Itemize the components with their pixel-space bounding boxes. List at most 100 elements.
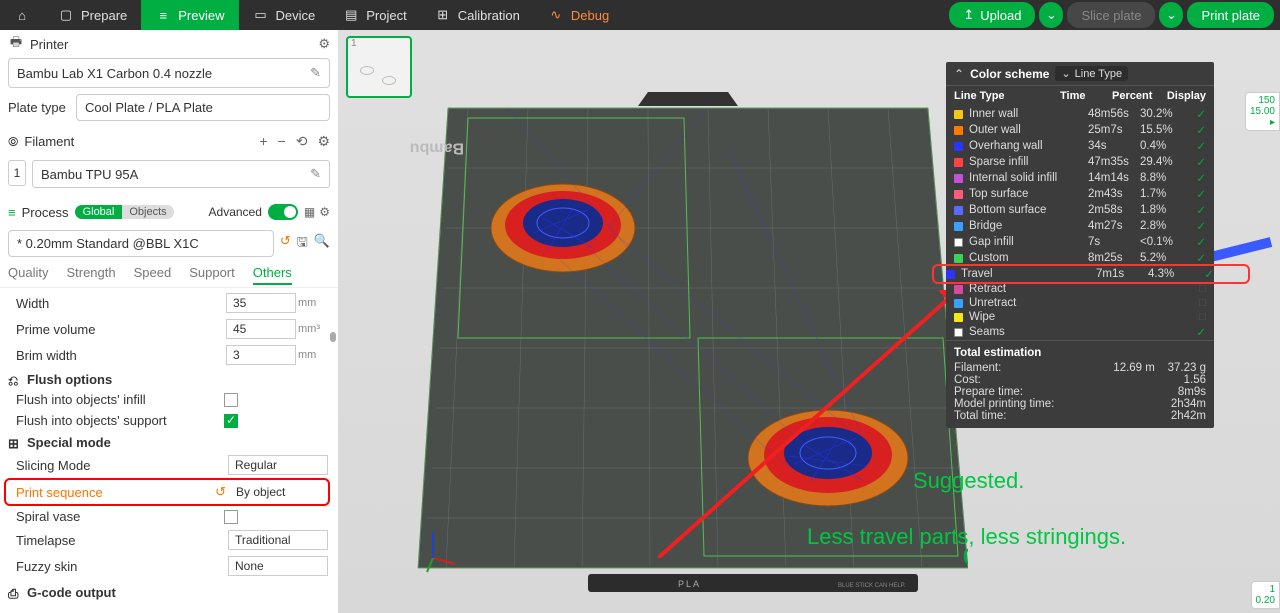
device-tab[interactable]: ▭Device — [239, 0, 330, 30]
preview-canvas[interactable]: Bambu Cool Plate — [338, 30, 1280, 613]
line-type-row[interactable]: Top surface2m43s1.7%✓ — [946, 186, 1214, 202]
prime-volume-input[interactable]: 45 — [226, 319, 296, 339]
search-preset-button[interactable]: 🔍 — [314, 233, 330, 255]
calibration-tab[interactable]: ⊞Calibration — [421, 0, 534, 30]
advanced-toggle[interactable] — [268, 204, 298, 220]
display-toggle[interactable]: ✓ — [1190, 107, 1206, 121]
reset-preset-button[interactable]: ↺ — [280, 233, 291, 255]
plate-thumbnail[interactable] — [346, 36, 412, 98]
line-type-row[interactable]: Internal solid infill14m14s8.8%✓ — [946, 170, 1214, 186]
line-type-row[interactable]: Retract □ — [946, 282, 1214, 296]
color-swatch — [954, 238, 963, 247]
color-scheme-select[interactable]: ⌄Line Type — [1055, 66, 1128, 81]
line-type-row[interactable]: Travel7m1s4.3%✓ — [934, 266, 1248, 282]
build-plate: Bambu Cool Plate — [408, 48, 968, 598]
collapse-icon[interactable]: ⌃ — [954, 67, 964, 81]
tab-others[interactable]: Others — [253, 265, 292, 285]
display-toggle[interactable]: ✓ — [1190, 235, 1206, 249]
list-mode-button[interactable]: ▦ — [304, 205, 315, 219]
timelapse-select[interactable]: Traditional — [228, 530, 328, 550]
line-type-row[interactable]: Seams✓ — [946, 324, 1214, 340]
tab-quality[interactable]: Quality — [8, 265, 48, 285]
line-type-row[interactable]: Overhang wall34s0.4%✓ — [946, 138, 1214, 154]
display-toggle[interactable]: □ — [1190, 283, 1206, 295]
filament-settings-button[interactable]: ⚙ — [317, 133, 330, 150]
global-objects-toggle[interactable]: Global Objects — [75, 205, 174, 219]
edit-icon[interactable]: ✎ — [310, 65, 321, 81]
line-type-row[interactable]: Bottom surface2m58s1.8%✓ — [946, 202, 1214, 218]
line-type-row[interactable]: Unretract□ — [946, 296, 1214, 310]
filament-select[interactable]: Bambu TPU 95A ✎ — [32, 160, 330, 188]
display-toggle[interactable]: ✓ — [1190, 251, 1206, 265]
display-toggle[interactable]: ✓ — [1190, 219, 1206, 233]
remove-filament-button[interactable]: − — [278, 133, 286, 150]
process-section-header: ≡ Process Global Objects Advanced ▦ ⚙ — [0, 198, 338, 226]
printer-settings-button[interactable]: ⚙ — [318, 36, 330, 52]
display-toggle[interactable]: ✓ — [1190, 155, 1206, 169]
preview-tab[interactable]: ≡Preview — [141, 0, 238, 30]
display-toggle[interactable]: ✓ — [1190, 123, 1206, 137]
line-type-row[interactable]: Bridge4m27s2.8%✓ — [946, 218, 1214, 234]
layer-bottom-badge[interactable]: 1 0.20 — [1251, 581, 1280, 609]
tab-speed[interactable]: Speed — [134, 265, 172, 285]
line-type-row[interactable]: Outer wall25m7s15.5%✓ — [946, 122, 1214, 138]
home-button[interactable]: ⌂ — [0, 0, 44, 30]
display-toggle[interactable]: ✓ — [1190, 139, 1206, 153]
gcode-icon: ⎙ — [8, 586, 22, 600]
slice-plate-button[interactable]: Slice plate — [1067, 2, 1155, 28]
sync-filament-button[interactable]: ⟲ — [296, 133, 308, 150]
brim-width-input[interactable]: 3 — [226, 345, 296, 365]
tab-support[interactable]: Support — [189, 265, 235, 285]
line-type-name: Overhang wall — [969, 140, 1088, 152]
line-type-name: Travel — [961, 268, 1096, 280]
save-preset-button[interactable]: 🖫 — [297, 233, 308, 255]
fuzzy-skin-select[interactable]: None — [228, 556, 328, 576]
print-plate-dropdown[interactable]: ⌄ — [1159, 2, 1183, 28]
line-type-row[interactable]: Custom8m25s5.2%✓ — [946, 250, 1214, 266]
width-input[interactable]: 35 — [226, 293, 296, 313]
upload-button[interactable]: ↥Upload — [949, 2, 1035, 28]
line-type-row[interactable]: Inner wall48m56s30.2%✓ — [946, 106, 1214, 122]
line-type-time: 4m27s — [1088, 220, 1140, 232]
prepare-tab[interactable]: ▢Prepare — [44, 0, 141, 30]
layer-top-badge[interactable]: 150 15.00 ▸ — [1245, 92, 1280, 131]
color-swatch — [954, 158, 963, 167]
color-swatch — [954, 285, 963, 294]
tab-strength[interactable]: Strength — [66, 265, 115, 285]
flush-infill-checkbox[interactable] — [224, 393, 238, 407]
process-preset-select[interactable]: * 0.20mm Standard @BBL X1C — [8, 230, 274, 257]
display-toggle[interactable]: ✓ — [1190, 325, 1206, 339]
project-tab[interactable]: ▤Project — [329, 0, 420, 30]
line-type-row[interactable]: Wipe□ — [946, 310, 1214, 324]
setting-print-sequence: Print sequence ↺ By object — [4, 478, 330, 506]
display-toggle[interactable]: ✓ — [1190, 171, 1206, 185]
print-plate-button[interactable]: Print plate — [1187, 2, 1274, 28]
line-type-percent: 29.4% — [1140, 156, 1190, 168]
slicing-mode-select[interactable]: Regular — [228, 455, 328, 475]
reset-icon[interactable]: ↺ — [215, 484, 226, 500]
line-type-row[interactable]: Gap infill7s<0.1%✓ — [946, 234, 1214, 250]
home-icon: ⌂ — [14, 7, 30, 23]
display-toggle[interactable]: ✓ — [1190, 203, 1206, 217]
flush-support-checkbox[interactable] — [224, 414, 238, 428]
slider-up-icon[interactable]: ▸ — [1250, 117, 1275, 128]
scrollbar-thumb[interactable] — [330, 332, 336, 342]
display-toggle[interactable]: □ — [1190, 297, 1206, 309]
print-sequence-select[interactable]: By object — [230, 483, 326, 501]
display-toggle[interactable]: ✓ — [1198, 267, 1214, 281]
filament-icon: ⦾ — [8, 134, 18, 150]
debug-tab[interactable]: ∿Debug — [534, 0, 623, 30]
printer-select[interactable]: Bambu Lab X1 Carbon 0.4 nozzle ✎ — [8, 58, 330, 88]
display-toggle[interactable]: □ — [1190, 311, 1206, 323]
upload-dropdown[interactable]: ⌄ — [1039, 2, 1063, 28]
panel-title: Color scheme — [970, 67, 1049, 81]
process-settings-button[interactable]: ⚙ — [319, 205, 330, 219]
display-toggle[interactable]: ✓ — [1190, 187, 1206, 201]
calibration-icon: ⊞ — [435, 7, 451, 23]
line-type-name: Retract — [969, 283, 1088, 295]
plate-type-select[interactable]: Cool Plate / PLA Plate — [76, 94, 330, 121]
edit-icon[interactable]: ✎ — [310, 166, 321, 182]
add-filament-button[interactable]: + — [259, 133, 267, 150]
spiral-vase-checkbox[interactable] — [224, 510, 238, 524]
line-type-row[interactable]: Sparse infill47m35s29.4%✓ — [946, 154, 1214, 170]
